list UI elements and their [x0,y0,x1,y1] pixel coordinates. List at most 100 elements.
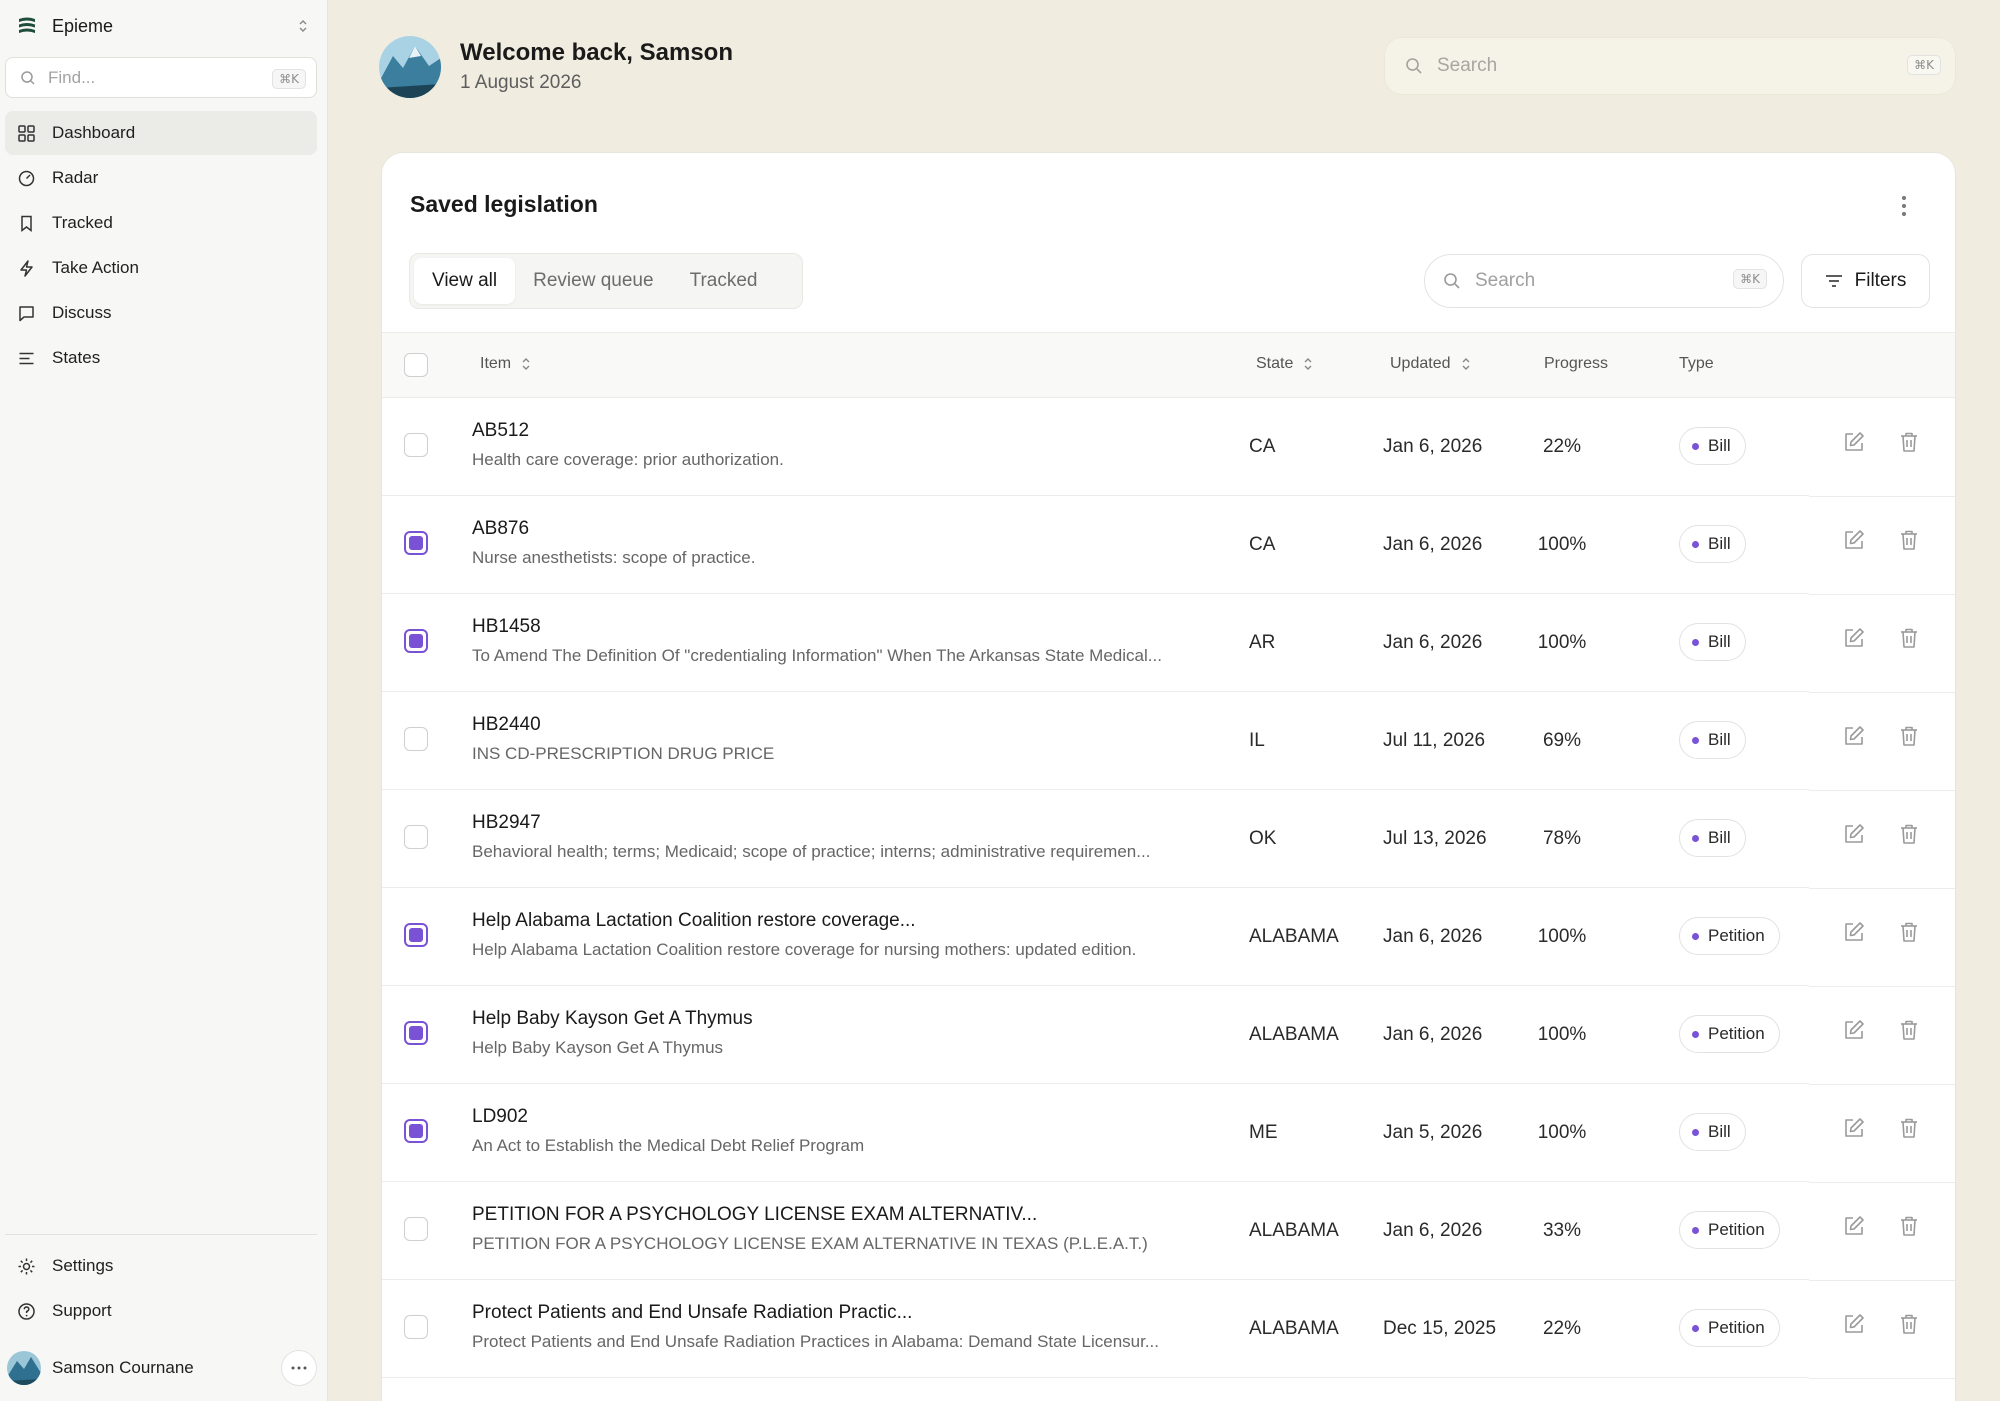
table-row[interactable]: HB2440 INS CD-PRESCRIPTION DRUG PRICE IL… [382,692,1955,791]
bookmark-icon [21,215,32,232]
item-state: ALABAMA [1249,926,1339,947]
edit-icon[interactable] [1843,725,1865,747]
item-state: ALABAMA [1249,1220,1339,1241]
sidebar-item-support[interactable]: Support [5,1289,317,1333]
item-title[interactable]: HB2947 [472,812,541,834]
trash-icon[interactable] [1899,1019,1919,1041]
row-checkbox[interactable] [404,1217,428,1241]
type-badge-label: Bill [1708,828,1731,847]
table-row[interactable]: Help Alabama Lactation Coalition restore… [382,888,1955,987]
sidebar-item-label: Tracked [52,213,113,232]
filters-button[interactable]: Filters [1801,254,1930,308]
trash-icon[interactable] [1899,1215,1919,1237]
sidebar-item-discuss[interactable]: Discuss [5,291,317,335]
item-progress: 22% [1542,436,1582,457]
type-badge-label: Bill [1708,534,1731,553]
global-search-input[interactable]: Search ⌘K [1384,37,1956,95]
sidebar-item-settings[interactable]: Settings [5,1244,317,1288]
column-header-item[interactable]: Item [480,355,531,373]
item-title[interactable]: HB2440 [472,714,541,736]
row-checkbox[interactable] [404,629,428,653]
more-vertical-icon[interactable] [1898,193,1910,219]
column-header-state[interactable]: State [1256,355,1313,373]
user-menu-button[interactable] [281,1350,317,1386]
item-title[interactable]: AB512 [472,420,529,442]
tab-tracked[interactable]: Tracked [672,258,776,304]
edit-icon[interactable] [1843,431,1865,453]
sort-icon [1304,358,1312,370]
user-profile[interactable]: Samson Cournane [5,1348,317,1388]
chevron-up-down-icon [299,20,307,32]
table-row[interactable]: AB512 Health care coverage: prior author… [382,398,1955,497]
item-progress: 33% [1542,1220,1582,1241]
search-icon [21,70,35,85]
item-description: An Act to Establish the Medical Debt Rel… [472,1136,865,1155]
welcome-heading: Welcome back, Samson [460,39,733,66]
item-state: CA [1249,436,1276,457]
row-checkbox[interactable] [404,727,428,751]
type-badge-label: Bill [1708,436,1731,455]
item-title[interactable]: Help Alabama Lactation Coalition restore… [472,910,916,932]
item-state: ALABAMA [1249,1024,1339,1045]
edit-icon[interactable] [1843,823,1865,845]
trash-icon[interactable] [1899,1313,1919,1335]
edit-icon[interactable] [1843,529,1865,551]
edit-icon[interactable] [1843,921,1865,943]
item-description: INS CD-PRESCRIPTION DRUG PRICE [472,744,775,763]
trash-icon[interactable] [1899,529,1919,551]
edit-icon[interactable] [1843,627,1865,649]
edit-icon[interactable] [1843,1313,1865,1335]
table-row[interactable]: HB1458 To Amend The Definition Of "crede… [382,594,1955,693]
table-search-input[interactable]: Search ⌘K [1424,254,1784,308]
item-title[interactable]: LD902 [472,1106,528,1128]
row-checkbox[interactable] [404,1119,428,1143]
table-row[interactable]: LD902 An Act to Establish the Medical De… [382,1084,1955,1183]
table-row[interactable]: HB2947 Behavioral health; terms; Medicai… [382,790,1955,889]
sidebar-item-states[interactable]: States [5,336,317,380]
find-input[interactable]: Find... ⌘K [5,57,317,98]
tab-view-all[interactable]: View all [414,258,516,304]
avatar [7,1351,41,1385]
edit-icon[interactable] [1843,1019,1865,1041]
row-checkbox[interactable] [404,923,428,947]
column-header-updated[interactable]: Updated [1390,355,1471,373]
trash-icon[interactable] [1899,921,1919,943]
trash-icon[interactable] [1899,823,1919,845]
table-row[interactable]: Help Baby Kayson Get A Thymus Help Baby … [382,986,1955,1085]
item-state: ALABAMA [1249,1318,1339,1339]
trash-icon[interactable] [1899,431,1919,453]
row-checkbox[interactable] [404,531,428,555]
item-title[interactable]: AB876 [472,518,529,540]
trash-icon[interactable] [1899,1117,1919,1139]
row-checkbox[interactable] [404,1021,428,1045]
badge-dot [1692,540,1699,548]
badge-dot [1692,1128,1699,1136]
sidebar-item-dashboard[interactable]: Dashboard [5,111,317,155]
select-all-checkbox[interactable] [404,353,428,377]
edit-icon[interactable] [1843,1117,1865,1139]
item-title[interactable]: PETITION FOR A PSYCHOLOGY LICENSE EXAM A… [472,1204,1037,1226]
item-title[interactable]: HB1458 [472,616,541,638]
trash-icon[interactable] [1899,725,1919,747]
item-title[interactable]: Help Baby Kayson Get A Thymus [472,1008,753,1030]
item-title[interactable]: Protect Patients and End Unsafe Radiatio… [472,1302,912,1324]
badge-dot [1692,1324,1699,1332]
row-checkbox[interactable] [404,433,428,457]
table-row[interactable]: Protect Patients and End Unsafe Radiatio… [382,1280,1955,1379]
row-checkbox[interactable] [404,1315,428,1339]
chat-icon [19,305,34,321]
edit-icon[interactable] [1843,1215,1865,1237]
row-checkbox[interactable] [404,825,428,849]
trash-icon[interactable] [1899,627,1919,649]
column-header-type: Type [1679,355,1714,373]
table-row[interactable]: PETITION FOR A PSYCHOLOGY LICENSE EXAM A… [382,1182,1955,1281]
saved-legislation-card: Saved legislation View all Review queue … [381,152,1956,1401]
table-row[interactable]: AB876 Nurse anesthetists: scope of pract… [382,496,1955,595]
sidebar-item-tracked[interactable]: Tracked [5,201,317,245]
sidebar-item-radar[interactable]: Radar [5,156,317,200]
sidebar-item-take-action[interactable]: Take Action [5,246,317,290]
header-avatar [379,36,441,98]
type-badge: Bill [1679,525,1746,563]
workspace-switcher[interactable]: Epieme [16,12,312,40]
tab-review-queue[interactable]: Review queue [515,258,671,304]
